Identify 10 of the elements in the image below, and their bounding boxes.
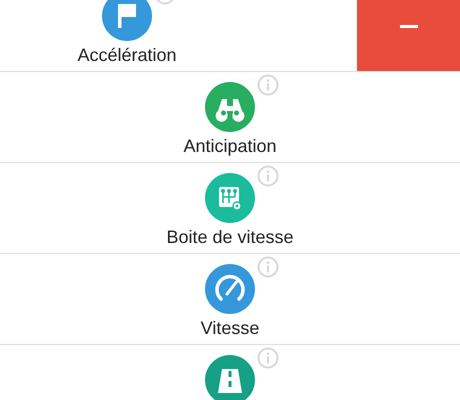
category-label: Vitesse xyxy=(200,317,260,339)
info-icon[interactable] xyxy=(257,347,279,369)
info-icon[interactable] xyxy=(257,165,279,187)
category-label: Accélération xyxy=(77,44,177,66)
info-icon[interactable] xyxy=(257,74,279,96)
category-label: Anticipation xyxy=(183,135,277,157)
remove-button[interactable] xyxy=(357,0,460,71)
category-label: Boite de vitesse xyxy=(166,226,294,248)
minus-icon xyxy=(400,24,418,28)
info-icon[interactable] xyxy=(257,256,279,278)
